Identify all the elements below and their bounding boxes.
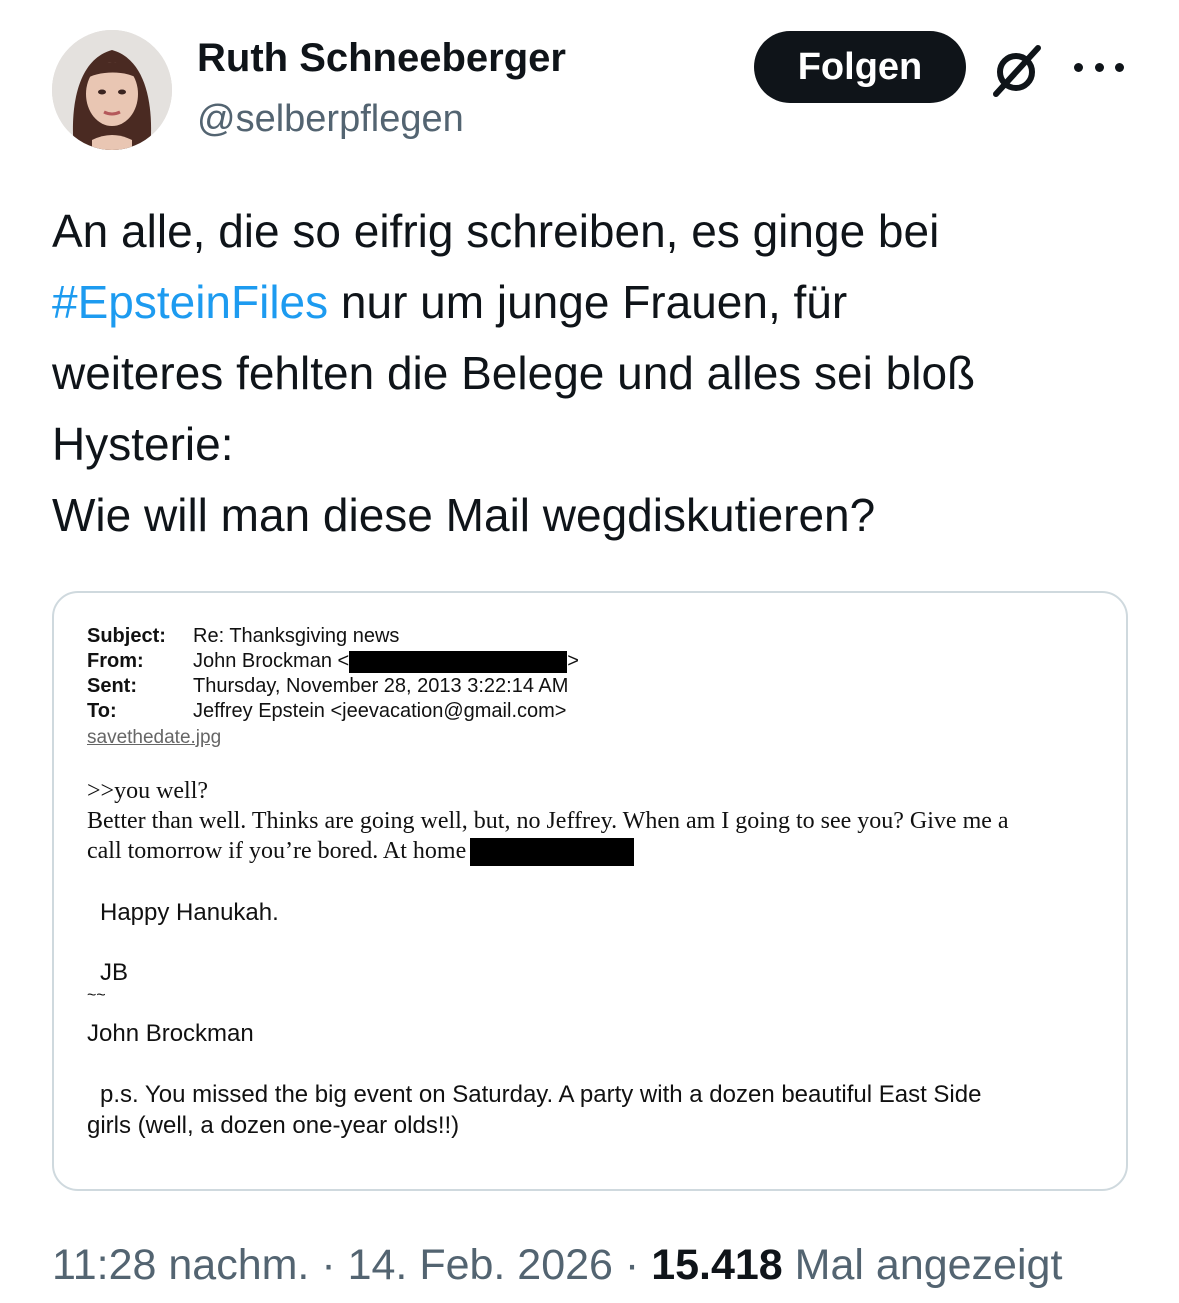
more-icon[interactable] [1074,52,1124,82]
tweet-line: Wie will man diese Mail wegdiskutieren? [52,489,876,541]
hashtag-link[interactable]: #EpsteinFiles [52,276,328,328]
tweet-text: An alle, die so eifrig schreiben, es gin… [52,196,1142,551]
email-ps-line: p.s. You missed the big event on Saturda… [100,1081,982,1108]
email-body-text: call tomorrow if you’re bored. At home [87,838,467,864]
meta-separator: · [612,1241,652,1289]
media-card[interactable]: Subject: Re: Thanksgiving news From: Joh… [52,591,1128,1191]
author-handle[interactable]: @selberpflegen [197,98,464,141]
more-dot [1094,62,1104,72]
email-ps-line: girls (well, a dozen one-year olds!!) [87,1112,460,1139]
tweet-line: An alle, die so eifrig schreiben, es gin… [52,205,940,257]
avatar[interactable] [52,30,172,150]
email-initials: JB [100,959,129,986]
grok-icon[interactable] [988,40,1048,100]
tweet-line-rest: nur um junge Frauen, für [328,276,848,328]
email-from-key: From: [87,650,144,672]
email-subject: Re: Thanksgiving news [193,625,400,647]
more-dot [1074,62,1083,72]
tweet-line: weiteres fehlten die Belege und alles se… [52,347,976,399]
email-from: John Brockman < [193,650,350,672]
email-body-line: call tomorrow if you’re bored. At home [87,838,635,867]
tweet-time[interactable]: 11:28 nachm. [52,1241,309,1289]
tweet-line: Hysterie: [52,418,234,470]
email-body-line: Better than well. Thinks are going well,… [87,808,1009,834]
avatar-image [52,30,172,150]
email-attachment: savethedate.jpg [87,727,222,748]
email-greeting: Happy Hanukah. [100,899,279,926]
email-quote: >>you well? [87,778,209,804]
email-subject-key: Subject: [87,625,166,647]
email-to: Jeffrey Epstein <jeevacation@gmail.com> [193,700,567,722]
meta-separator: · [309,1241,348,1289]
follow-button[interactable]: Folgen [754,31,966,103]
email-sent: Thursday, November 28, 2013 3:22:14 AM [193,675,569,697]
email-tilde: ~~ [87,987,106,1004]
email-from-end: > [567,650,579,672]
redaction-box [470,838,635,867]
tweet-meta: 11:28 nachm. · 14. Feb. 2026 · 15.418 Ma… [52,1241,1062,1290]
view-count: 15.418 [651,1241,783,1289]
tweet-date[interactable]: 14. Feb. 2026 [348,1241,613,1289]
email-sent-key: Sent: [87,675,137,697]
author-name[interactable]: Ruth Schneeberger [197,36,566,81]
tweet-line: #EpsteinFiles nur um junge Frauen, für [52,267,1142,338]
more-dot [1115,62,1124,72]
view-label: Mal angezeigt [782,1241,1063,1289]
email-signature: John Brockman [87,1020,254,1047]
email-to-key: To: [87,700,117,722]
redaction-box [349,650,568,673]
email-from-value: John Brockman < > [193,650,579,673]
